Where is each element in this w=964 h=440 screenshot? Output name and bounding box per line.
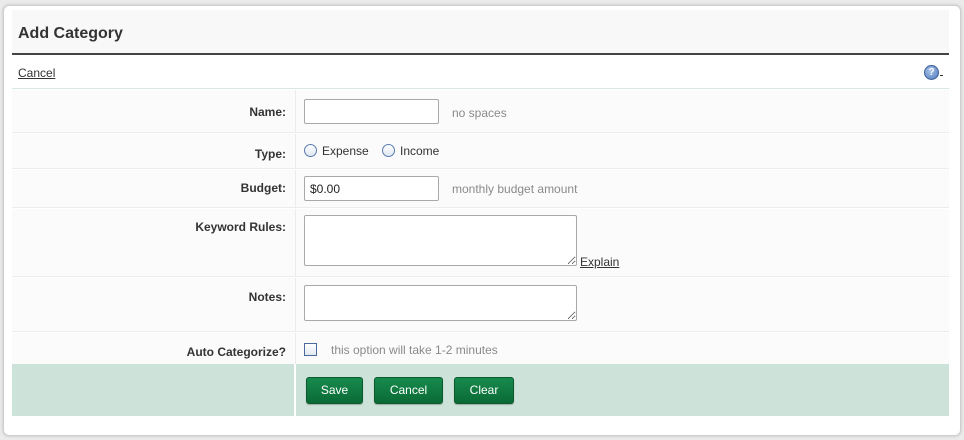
type-row: Type: Expense Income: [12, 134, 949, 169]
name-row: Name: no spaces: [12, 90, 949, 133]
title-bar: Add Category: [12, 10, 949, 55]
auto-categorize-label: Auto Categorize?: [186, 345, 286, 359]
row-divider: [295, 278, 296, 331]
expense-radio[interactable]: [304, 144, 317, 157]
notes-textarea[interactable]: [304, 285, 577, 321]
budget-label: Budget:: [240, 181, 286, 195]
budget-hint: monthly budget amount: [452, 182, 578, 196]
help-link-underline: [940, 75, 943, 76]
button-bar: Save Cancel Clear: [12, 364, 949, 416]
cancel-link[interactable]: Cancel: [18, 66, 55, 80]
name-input[interactable]: [304, 99, 439, 124]
type-label: Type:: [254, 147, 286, 161]
help-icon[interactable]: ?: [924, 65, 939, 80]
row-divider: [295, 209, 296, 276]
keyword-rules-row: Keyword Rules: Explain: [12, 209, 949, 277]
income-radio[interactable]: [382, 144, 395, 157]
budget-row: Budget: monthly budget amount: [12, 170, 949, 208]
name-label: Name:: [249, 105, 286, 119]
notes-label: Notes:: [248, 290, 286, 304]
save-button[interactable]: Save: [306, 377, 363, 404]
button-bar-divider: [294, 364, 296, 416]
cancel-button[interactable]: Cancel: [374, 377, 443, 404]
explain-link[interactable]: Explain: [580, 255, 619, 269]
row-divider: [295, 90, 296, 132]
row-divider: [295, 134, 296, 168]
expense-radio-label[interactable]: Expense: [322, 144, 369, 158]
auto-categorize-row: Auto Categorize? this option will take 1…: [12, 333, 949, 364]
row-divider: [295, 170, 296, 207]
row-divider: [295, 333, 296, 364]
clear-button[interactable]: Clear: [454, 377, 514, 404]
income-radio-label[interactable]: Income: [400, 144, 439, 158]
auto-categorize-hint: this option will take 1-2 minutes: [331, 343, 498, 357]
page-title: Add Category: [18, 25, 123, 42]
name-hint: no spaces: [452, 106, 507, 120]
notes-row: Notes:: [12, 278, 949, 332]
action-row: Cancel ?: [12, 56, 949, 89]
keyword-rules-textarea[interactable]: [304, 215, 577, 266]
auto-categorize-checkbox[interactable]: [304, 343, 317, 356]
budget-input[interactable]: [304, 176, 439, 201]
keyword-rules-label: Keyword Rules:: [195, 220, 286, 234]
